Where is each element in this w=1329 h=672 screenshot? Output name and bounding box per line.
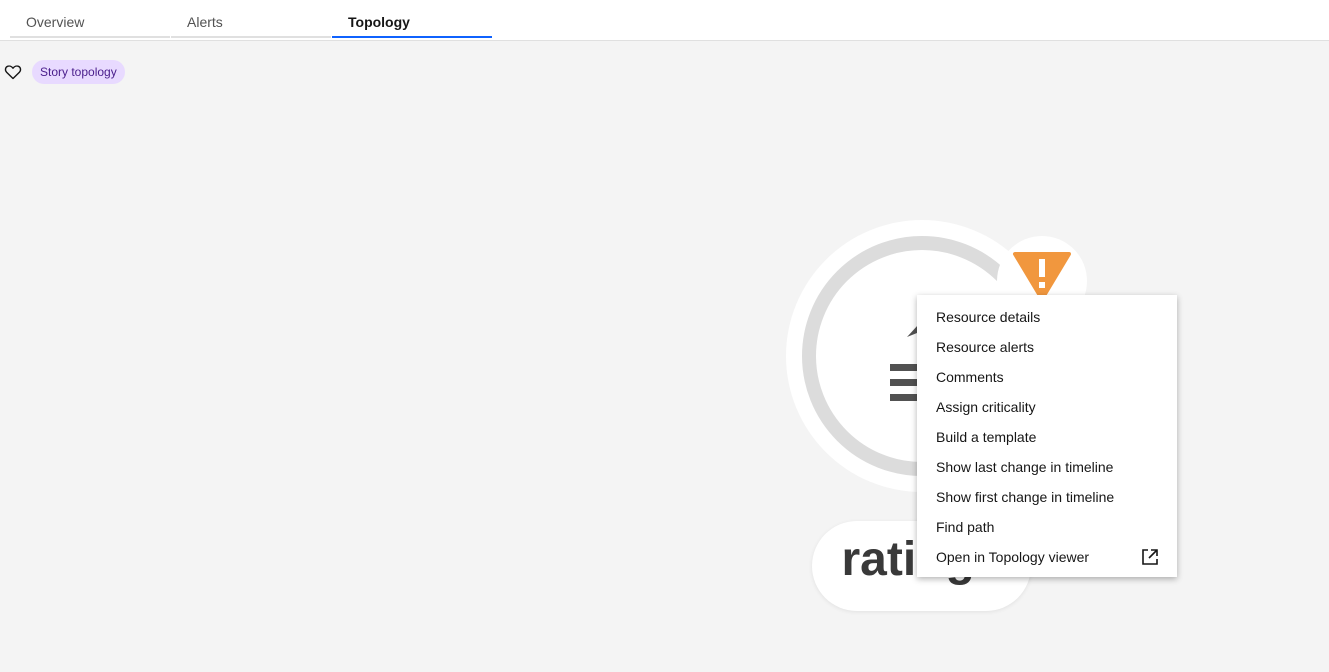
tab-bar: Overview Alerts Topology [0, 0, 1329, 41]
menu-item-find-path[interactable]: Find path [917, 512, 1177, 542]
menu-item-assign-criticality[interactable]: Assign criticality [917, 392, 1177, 422]
menu-item-label: Open in Topology viewer [936, 549, 1090, 565]
menu-item-resource-details[interactable]: Resource details [917, 302, 1177, 332]
tab-topology[interactable]: Topology [332, 0, 492, 38]
menu-item-show-first-change[interactable]: Show first change in timeline [917, 482, 1177, 512]
context-menu: Resource details Resource alerts Comment… [917, 295, 1177, 577]
menu-item-resource-alerts[interactable]: Resource alerts [917, 332, 1177, 362]
tab-alerts[interactable]: Alerts [171, 0, 331, 38]
menu-item-show-last-change[interactable]: Show last change in timeline [917, 452, 1177, 482]
launch-icon [1142, 549, 1158, 565]
menu-item-comments[interactable]: Comments [917, 362, 1177, 392]
tab-overview[interactable]: Overview [10, 0, 170, 38]
menu-item-open-topology-viewer[interactable]: Open in Topology viewer [917, 542, 1177, 572]
menu-item-build-template[interactable]: Build a template [917, 422, 1177, 452]
